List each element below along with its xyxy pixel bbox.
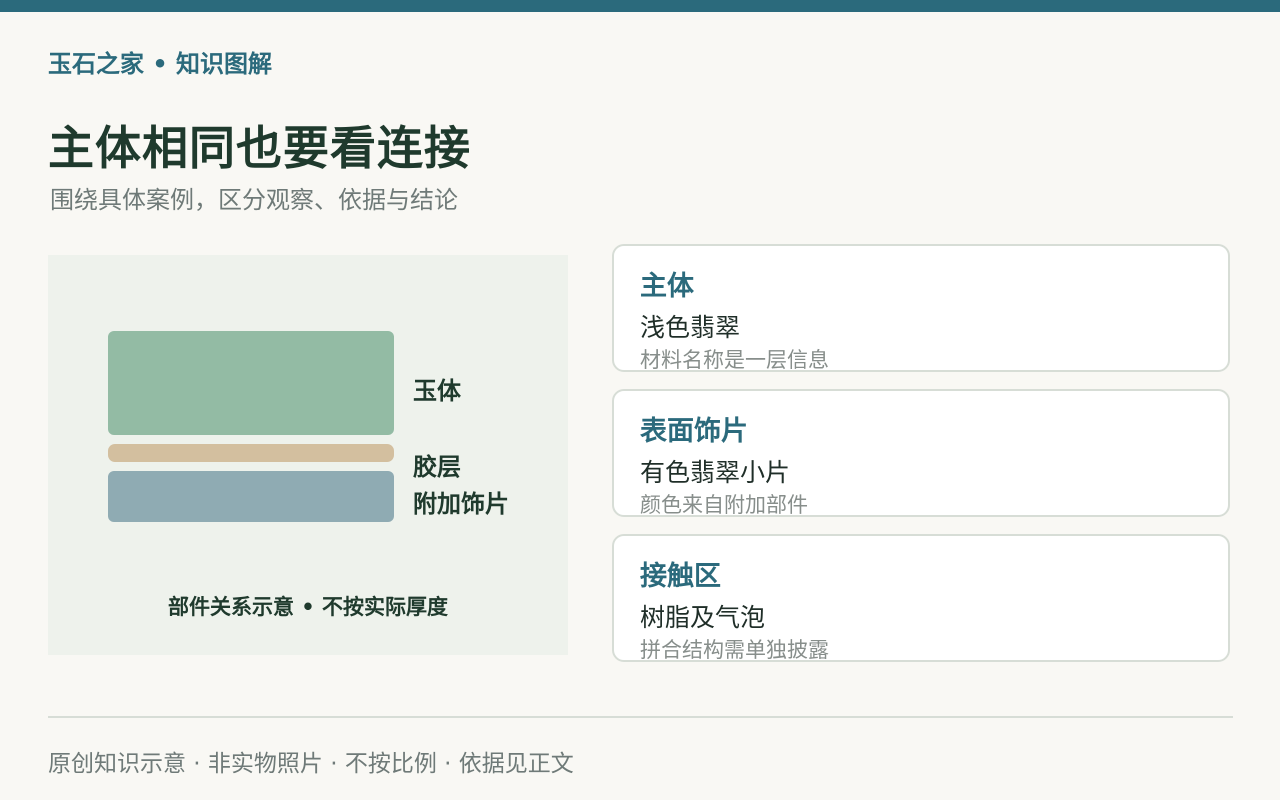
jade-body-label: 玉体	[413, 377, 461, 405]
glue-layer	[108, 444, 394, 462]
card-title: 主体	[640, 271, 694, 302]
page-subtitle: 围绕具体案例，区分观察、依据与结论	[50, 186, 458, 214]
page-title: 主体相同也要看连接	[48, 121, 471, 175]
glue-layer-label: 胶层	[413, 453, 461, 481]
card-value: 有色翡翠小片	[640, 458, 791, 487]
jade-body-layer	[108, 331, 394, 435]
card-value: 浅色翡翠	[640, 313, 741, 342]
diagram-caption: 部件关系示意 • 不按实际厚度	[167, 595, 449, 619]
top-accent-bar	[0, 0, 1280, 12]
layer-diagram-panel: 玉体 胶层 附加饰片 部件关系示意 • 不按实际厚度	[48, 255, 568, 655]
info-card-contact: 接触区 树脂及气泡 拼合结构需单独披露	[612, 534, 1230, 662]
card-note: 材料名称是一层信息	[640, 348, 829, 372]
card-note: 拼合结构需单独披露	[640, 638, 829, 662]
card-value: 树脂及气泡	[640, 603, 766, 632]
footer-note: 原创知识示意 · 非实物照片 · 不按比例 · 依据见正文	[48, 751, 574, 777]
info-card-surface: 表面饰片 有色翡翠小片 颜色来自附加部件	[612, 389, 1230, 517]
card-title: 接触区	[640, 561, 721, 592]
decoration-layer	[108, 471, 394, 522]
card-note: 颜色来自附加部件	[640, 493, 808, 517]
brand-label: 玉石之家 • 知识图解	[48, 50, 273, 78]
card-title: 表面饰片	[640, 416, 748, 447]
info-card-body: 主体 浅色翡翠 材料名称是一层信息	[612, 244, 1230, 372]
footer-divider	[48, 716, 1233, 718]
decoration-layer-label: 附加饰片	[413, 490, 509, 518]
